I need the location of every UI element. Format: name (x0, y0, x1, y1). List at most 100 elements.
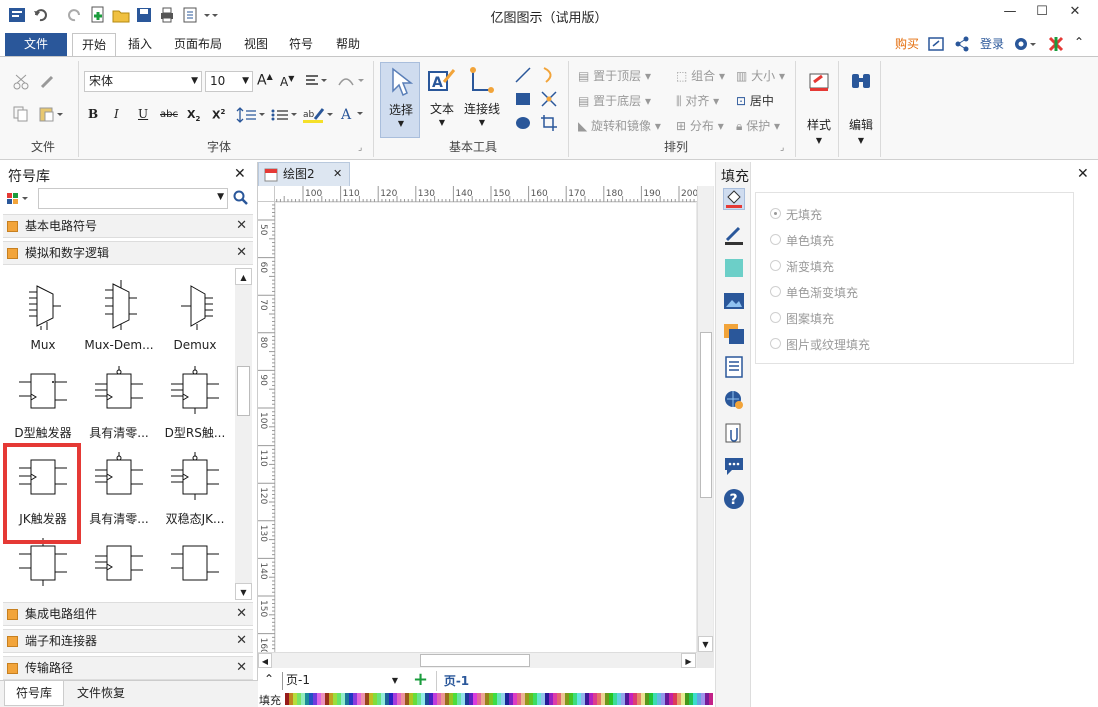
shape-mux-demux[interactable]: Mux-Dem... (83, 274, 155, 358)
curve-text-icon[interactable] (337, 73, 367, 92)
shape-d-rs-flipflop[interactable]: D型RS触... (159, 360, 231, 444)
shape-flipflop-row4-2[interactable] (83, 532, 155, 600)
close-icon[interactable]: ✕ (236, 630, 247, 652)
subscript-icon[interactable]: X2 (187, 108, 200, 123)
bring-to-front-button[interactable]: ▤ 置于顶层 ▾ (578, 67, 651, 84)
connector-tool-button[interactable]: 连接线 ▼ (461, 62, 503, 138)
font-size-select[interactable]: 10 ▼ (205, 71, 253, 92)
crop-tool-icon[interactable] (540, 114, 558, 135)
strikethrough-icon[interactable]: abc (160, 109, 178, 120)
theme-icon[interactable] (1047, 35, 1065, 56)
category-ic[interactable]: 集成电路组件 ✕ (3, 602, 253, 626)
scroll-thumb[interactable] (700, 332, 712, 498)
dialog-launcher-icon[interactable]: ⌟ (358, 143, 362, 153)
document-tab[interactable]: 绘图2 ✕ (258, 162, 350, 186)
canvas-horizontal-scrollbar[interactable]: ◀ ▶ (258, 652, 697, 668)
select-tool-button[interactable]: 选择 ▼ (380, 62, 420, 138)
layers-icon[interactable] (723, 323, 745, 345)
group-button[interactable]: ⬚ 组合 ▾ (676, 67, 725, 84)
radio-button[interactable] (770, 234, 781, 245)
size-button[interactable]: ▥ 大小 ▾ (736, 67, 785, 84)
login-link[interactable]: 登录 (976, 33, 1008, 56)
radio-button[interactable] (770, 338, 781, 349)
paste-icon[interactable] (38, 105, 66, 126)
comment-icon[interactable] (723, 455, 745, 477)
font-name-select[interactable]: 宋体 ▼ (84, 71, 202, 92)
shape-clear-flipflop-1[interactable]: 具有清零... (83, 360, 155, 444)
protect-button[interactable]: 🔒︎ 保护 ▾ (736, 117, 780, 134)
tab-symbol-library[interactable]: 符号库 (4, 681, 64, 706)
tab-page-layout[interactable]: 页面布局 (168, 33, 228, 56)
radio-button[interactable] (770, 208, 781, 219)
rotate-mirror-button[interactable]: ◣ 旋转和镜像 ▾ (578, 117, 661, 134)
color-swatches[interactable] (285, 693, 713, 705)
rectangle-tool-icon[interactable] (514, 90, 532, 111)
scroll-thumb[interactable] (237, 366, 250, 416)
color-swatch[interactable] (709, 693, 713, 705)
scroll-left-arrow[interactable]: ◀ (258, 653, 272, 668)
file-menu-button[interactable]: 文件 (5, 33, 67, 56)
shadow-icon[interactable] (723, 257, 745, 279)
radio-button[interactable] (770, 260, 781, 271)
collapse-ribbon-icon[interactable]: ⌃ (1074, 35, 1084, 49)
canvas-vertical-scrollbar[interactable]: ▼ (697, 186, 713, 652)
tab-start[interactable]: 开始 (72, 33, 116, 56)
grow-font-icon[interactable]: A▲ (257, 72, 273, 89)
tab-insert[interactable]: 插入 (120, 33, 160, 56)
close-icon[interactable]: ✕ (236, 603, 247, 625)
send-to-back-button[interactable]: ▤ 置于底层 ▾ (578, 92, 651, 109)
page-select[interactable]: 页-1 ▼ (282, 672, 400, 690)
close-button[interactable]: ✕ (1060, 4, 1090, 24)
attachment-icon[interactable] (723, 422, 745, 444)
edit-button[interactable]: 编辑 ▼ (842, 62, 880, 154)
italic-icon[interactable]: I (114, 107, 119, 121)
close-icon[interactable]: ✕ (236, 215, 247, 237)
copy-icon[interactable] (12, 105, 32, 126)
hyperlink-globe-icon[interactable] (723, 389, 745, 411)
underline-icon[interactable]: U (138, 107, 148, 121)
fill-bucket-icon[interactable] (723, 188, 745, 210)
shape-flipflop-row4-3[interactable] (159, 532, 231, 600)
category-analog-digital[interactable]: 模拟和数字逻辑 ✕ (3, 241, 253, 265)
category-terminals[interactable]: 端子和连接器 ✕ (3, 629, 253, 653)
font-color-icon[interactable]: A (340, 106, 366, 125)
radio-button[interactable] (770, 312, 781, 323)
center-button[interactable]: ⊡ 居中 (736, 92, 774, 109)
shape-d-flipflop[interactable]: D型触发器 (7, 360, 79, 444)
drawing-page[interactable] (276, 203, 696, 652)
page-list-icon[interactable] (723, 356, 745, 378)
format-painter-icon[interactable] (38, 73, 58, 94)
shape-mux[interactable]: Mux (7, 274, 79, 358)
highlight-icon[interactable]: ab (303, 107, 335, 126)
tab-file-recovery[interactable]: 文件恢复 (70, 681, 132, 706)
share-icon[interactable] (954, 36, 970, 55)
gear-icon[interactable] (1013, 35, 1037, 56)
radio-button[interactable] (770, 286, 781, 297)
maximize-button[interactable]: ☐ (1027, 4, 1057, 24)
scroll-right-arrow[interactable]: ▶ (681, 653, 696, 668)
bold-icon[interactable]: B (88, 107, 98, 121)
line-spacing-icon[interactable] (236, 107, 266, 126)
tab-view[interactable]: 视图 (236, 33, 276, 56)
tab-symbol[interactable]: 符号 (281, 33, 321, 56)
shrink-font-icon[interactable]: A▼ (280, 74, 294, 89)
cut-icon[interactable] (12, 73, 32, 94)
shape-list-scrollbar[interactable]: ▲ ▼ (235, 268, 252, 600)
close-icon[interactable]: ✕ (234, 166, 246, 182)
paragraph-align-icon[interactable] (305, 73, 327, 92)
superscript-icon[interactable]: X2 (212, 108, 225, 122)
search-icon[interactable] (233, 190, 249, 209)
minimize-button[interactable]: — (995, 4, 1025, 24)
category-transmission[interactable]: 传输路径 ✕ (3, 656, 253, 680)
share-screen-icon[interactable] (928, 36, 944, 55)
page-tab[interactable]: 页-1 (436, 671, 476, 691)
scroll-up-arrow[interactable]: ▲ (235, 268, 252, 285)
point-tool-icon[interactable] (540, 90, 558, 111)
line-tool-icon[interactable] (514, 66, 532, 87)
tab-help[interactable]: 帮助 (328, 33, 368, 56)
bullet-list-icon[interactable] (270, 107, 300, 126)
close-icon[interactable]: ✕ (236, 242, 247, 264)
line-pen-icon[interactable] (723, 224, 745, 246)
close-icon[interactable]: ✕ (1077, 166, 1089, 182)
shape-bistable-jk[interactable]: 双稳态JK... (159, 446, 231, 530)
